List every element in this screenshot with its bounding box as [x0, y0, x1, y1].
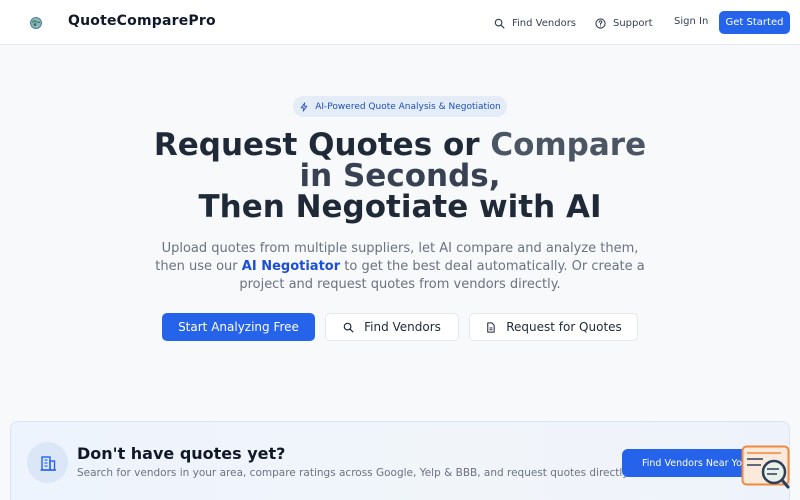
lightning-icon — [300, 101, 308, 112]
start-analyzing-button[interactable]: Start Analyzing Free — [162, 313, 315, 341]
hero-title-line2: in Seconds, — [299, 158, 501, 194]
get-started-button[interactable]: Get Started — [719, 11, 790, 34]
sign-in-link[interactable]: Sign In — [674, 16, 708, 27]
feature-badge: AI-Powered Quote Analysis & Negotiation — [293, 96, 507, 117]
card-title: Don't have quotes yet? — [77, 444, 286, 463]
hero-subtitle: Upload quotes from multiple suppliers, l… — [150, 240, 650, 294]
ai-negotiator-link[interactable]: AI Negotiator — [242, 259, 340, 274]
hero-title-line1b: Compare — [490, 127, 647, 163]
hero-title: Request Quotes or Compare in Seconds, Th… — [0, 130, 800, 223]
find-vendors-button-label: Find Vendors — [364, 320, 441, 334]
request-quotes-button-label: Request for Quotes — [506, 320, 622, 334]
search-icon — [343, 322, 354, 332]
top-navigation-bar: QuoteComparePro Find Vendors Support Sig… — [0, 0, 800, 45]
request-quotes-button[interactable]: Request for Quotes — [469, 313, 638, 341]
no-quotes-card: Don't have quotes yet? Search for vendor… — [10, 421, 790, 500]
hero-title-line3: Then Negotiate with AI — [198, 189, 602, 225]
nav-find-vendors[interactable]: Find Vendors — [494, 15, 576, 31]
nav-find-vendors-label: Find Vendors — [512, 17, 577, 29]
help-circle-icon — [595, 17, 606, 29]
search-icon — [494, 18, 505, 28]
globe-logo-icon[interactable] — [29, 15, 43, 29]
find-vendors-button[interactable]: Find Vendors — [325, 313, 459, 341]
feature-badge-label: AI-Powered Quote Analysis & Negotiation — [315, 101, 501, 112]
document-icon — [487, 321, 495, 333]
magnifier-widget-icon[interactable] — [741, 445, 791, 490]
nav-support[interactable]: Support — [595, 15, 653, 31]
card-description: Search for vendors in your area, compare… — [77, 467, 631, 479]
building-icon — [27, 442, 68, 483]
nav-support-label: Support — [613, 17, 653, 29]
brand-name[interactable]: QuoteComparePro — [68, 13, 216, 29]
